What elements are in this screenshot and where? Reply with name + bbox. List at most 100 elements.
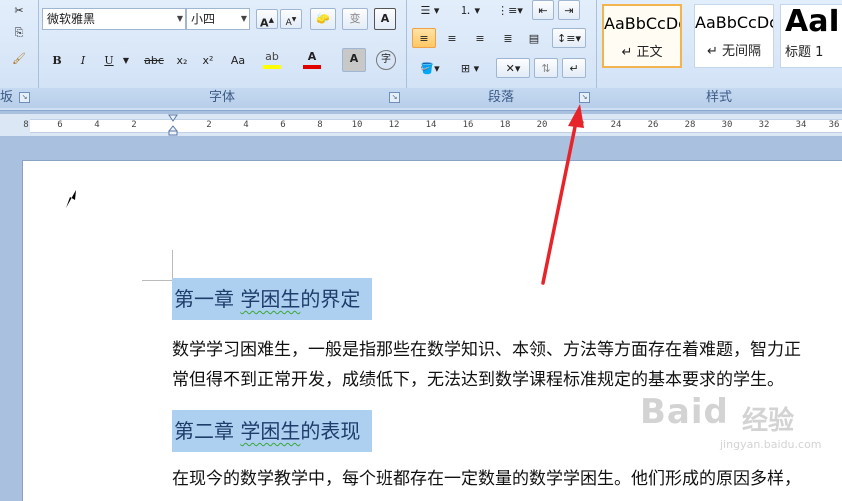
font-group: 微软雅黑 ▼ 小四 ▼ A▲ A▼ 🧽 变 A B I U ▼ abc x₂ x… (38, 0, 407, 108)
highlighter-icon: ab (265, 50, 279, 63)
sort-button[interactable]: ⇅ (534, 58, 558, 78)
chinese-layout-button[interactable]: ✕▾ (496, 58, 530, 78)
format-painter-icon[interactable]: 🖌 (8, 48, 30, 68)
chapter-heading[interactable]: 第二章 学困生的表现 (172, 410, 373, 452)
multilevel-list-button[interactable]: ⋮≡▾ (492, 0, 528, 20)
styles-group: AaBbCcDc ↵ 正文 AaBbCcDc ↵ 无间隔 AaI 标题 1 样式 (596, 0, 842, 108)
bold-button[interactable]: B (46, 50, 68, 70)
highlight-button[interactable]: ab (260, 48, 284, 72)
font-color-icon: A (307, 50, 317, 63)
ribbon: ✂ ⎘ 🖌 坂 ↘ 微软雅黑 ▼ 小四 ▼ A▲ A▼ 🧽 变 A B I U … (0, 0, 842, 111)
align-right-button[interactable]: ≡ (468, 28, 492, 48)
style-name: ↵ 无间隔 (706, 44, 762, 59)
horizontal-ruler[interactable]: 8 6 4 2 2 4 6 8 10 12 14 16 18 20 22 24 … (0, 114, 842, 137)
distributed-button[interactable]: ▤ (522, 28, 546, 48)
style-sample: AaI (785, 5, 840, 39)
chevron-down-icon: ▼ (176, 14, 183, 23)
ruler-label: 6 (280, 120, 286, 130)
shrink-font-button[interactable]: A▼ (280, 9, 302, 29)
clipboard-label-fragment: 坂 (0, 90, 14, 105)
style-heading-1[interactable]: AaI 标题 1 (780, 4, 842, 68)
ruler-label: 12 (388, 120, 400, 130)
ruler-label: 6 (57, 120, 63, 130)
justify-button[interactable]: ≣ (496, 28, 520, 48)
ruler-label: 14 (425, 120, 437, 130)
style-no-spacing[interactable]: AaBbCcDc ↵ 无间隔 (694, 4, 774, 68)
font-color-button[interactable]: A (300, 48, 324, 72)
borders-button[interactable]: ⊞ ▾ (452, 58, 488, 78)
ruler-label: 32 (758, 120, 770, 130)
margin-corner-mark (172, 250, 173, 280)
style-name: ↵ 正文 (621, 45, 663, 60)
watermark-url: jingyan.baidu.com (720, 438, 822, 451)
chapter-heading[interactable]: 第一章 学困生的界定 (172, 278, 373, 320)
chevron-down-icon: ▼ (240, 14, 247, 23)
superscript-button[interactable]: x² (196, 50, 220, 70)
enclose-character-button[interactable]: 字 (374, 48, 398, 72)
ruler-label: 36 (828, 120, 840, 130)
ruler-label: 28 (684, 120, 696, 130)
font-dialog-launcher[interactable]: ↘ (389, 92, 400, 103)
show-marks-button[interactable]: ↵ (562, 58, 586, 78)
body-paragraph-line[interactable]: 数学学习困难生，一般是指那些在数学知识、本领、方法等方面存在着难题，智力正 (172, 335, 801, 365)
change-case-button[interactable]: Aa (224, 50, 252, 70)
style-normal[interactable]: AaBbCcDc ↵ 正文 (602, 4, 682, 68)
ruler-label: 10 (351, 120, 363, 130)
indent-marker-icon[interactable] (168, 114, 178, 136)
font-size-combo[interactable]: 小四 ▼ (186, 8, 250, 30)
shading-button[interactable]: 🪣▾ (412, 58, 448, 78)
body-paragraph-line[interactable]: 常但得不到正常开发，成绩低下，无法达到数学课程标准规定的基本要求的学生。 (172, 365, 784, 395)
bullets-button[interactable]: ☰ ▾ (412, 0, 448, 20)
ruler-label: 22 (573, 120, 585, 130)
mouse-cursor-icon (66, 190, 76, 208)
font-group-label: 字体 (38, 88, 406, 108)
numbering-button[interactable]: ⒈ ▾ (452, 0, 488, 20)
watermark-cn: 经验 (742, 406, 795, 436)
align-left-button[interactable]: ≡ (412, 28, 436, 48)
ruler-label: 4 (94, 120, 100, 130)
ruler-label: 2 (206, 120, 212, 130)
underline-dropdown-icon[interactable]: ▼ (120, 50, 132, 70)
ruler-label: 8 (317, 120, 323, 130)
cut-icon[interactable]: ✂ (8, 0, 30, 20)
line-spacing-button[interactable]: ↕≡▾ (552, 28, 586, 48)
character-border-button[interactable]: A (374, 8, 396, 30)
ruler-label: 20 (536, 120, 548, 130)
ruler-label: 16 (462, 120, 474, 130)
ruler-label: 8 (23, 120, 29, 130)
strikethrough-button[interactable]: abc (140, 50, 168, 70)
style-name: 标题 1 (785, 45, 824, 60)
increase-indent-button[interactable]: ⇥ (558, 0, 580, 20)
copy-icon[interactable]: ⎘ (8, 22, 30, 42)
watermark-logo: Baid (640, 392, 729, 432)
font-size-value: 小四 (191, 12, 216, 26)
styles-group-label: 样式 (596, 88, 842, 108)
underline-button[interactable]: U (98, 50, 120, 70)
font-name-combo[interactable]: 微软雅黑 ▼ (42, 8, 186, 30)
paragraph-group-label: 段落 (406, 88, 596, 108)
align-center-button[interactable]: ≡ (440, 28, 464, 48)
ruler-track: 8 6 4 2 2 4 6 8 10 12 14 16 18 20 22 24 … (23, 119, 842, 133)
decrease-indent-button[interactable]: ⇤ (532, 0, 554, 20)
clipboard-group: ✂ ⎘ 🖌 坂 ↘ (0, 0, 39, 108)
ruler-label: 2 (131, 120, 137, 130)
baidu-jingyan-watermark: Baid 经验 jingyan.baidu.com (640, 392, 822, 452)
italic-button[interactable]: I (72, 50, 94, 70)
clipboard-dialog-launcher[interactable]: ↘ (19, 92, 30, 103)
ruler-label: 4 (243, 120, 249, 130)
margin-corner-mark (142, 280, 172, 281)
grow-font-button[interactable]: A▲ (256, 9, 278, 30)
style-sample: AaBbCcDc (695, 13, 773, 32)
ruler-label: 24 (610, 120, 622, 130)
paragraph-dialog-launcher[interactable]: ↘ (579, 92, 590, 103)
ruler-label: 26 (647, 120, 659, 130)
clear-format-button[interactable]: 🧽 (310, 8, 336, 30)
ruler-label: 30 (721, 120, 733, 130)
phonetic-guide-button[interactable]: 变 (342, 8, 368, 30)
ruler-label: 18 (499, 120, 511, 130)
style-sample: AaBbCcDc (604, 14, 680, 33)
font-name-value: 微软雅黑 (47, 12, 96, 26)
subscript-button[interactable]: x₂ (170, 50, 194, 70)
paragraph-group: ☰ ▾ ⒈ ▾ ⋮≡▾ ⇤ ⇥ ≡ ≡ ≡ ≣ ▤ ↕≡▾ 🪣▾ ⊞ ▾ ✕▾ … (406, 0, 597, 108)
character-shading-button[interactable]: A (342, 48, 366, 72)
